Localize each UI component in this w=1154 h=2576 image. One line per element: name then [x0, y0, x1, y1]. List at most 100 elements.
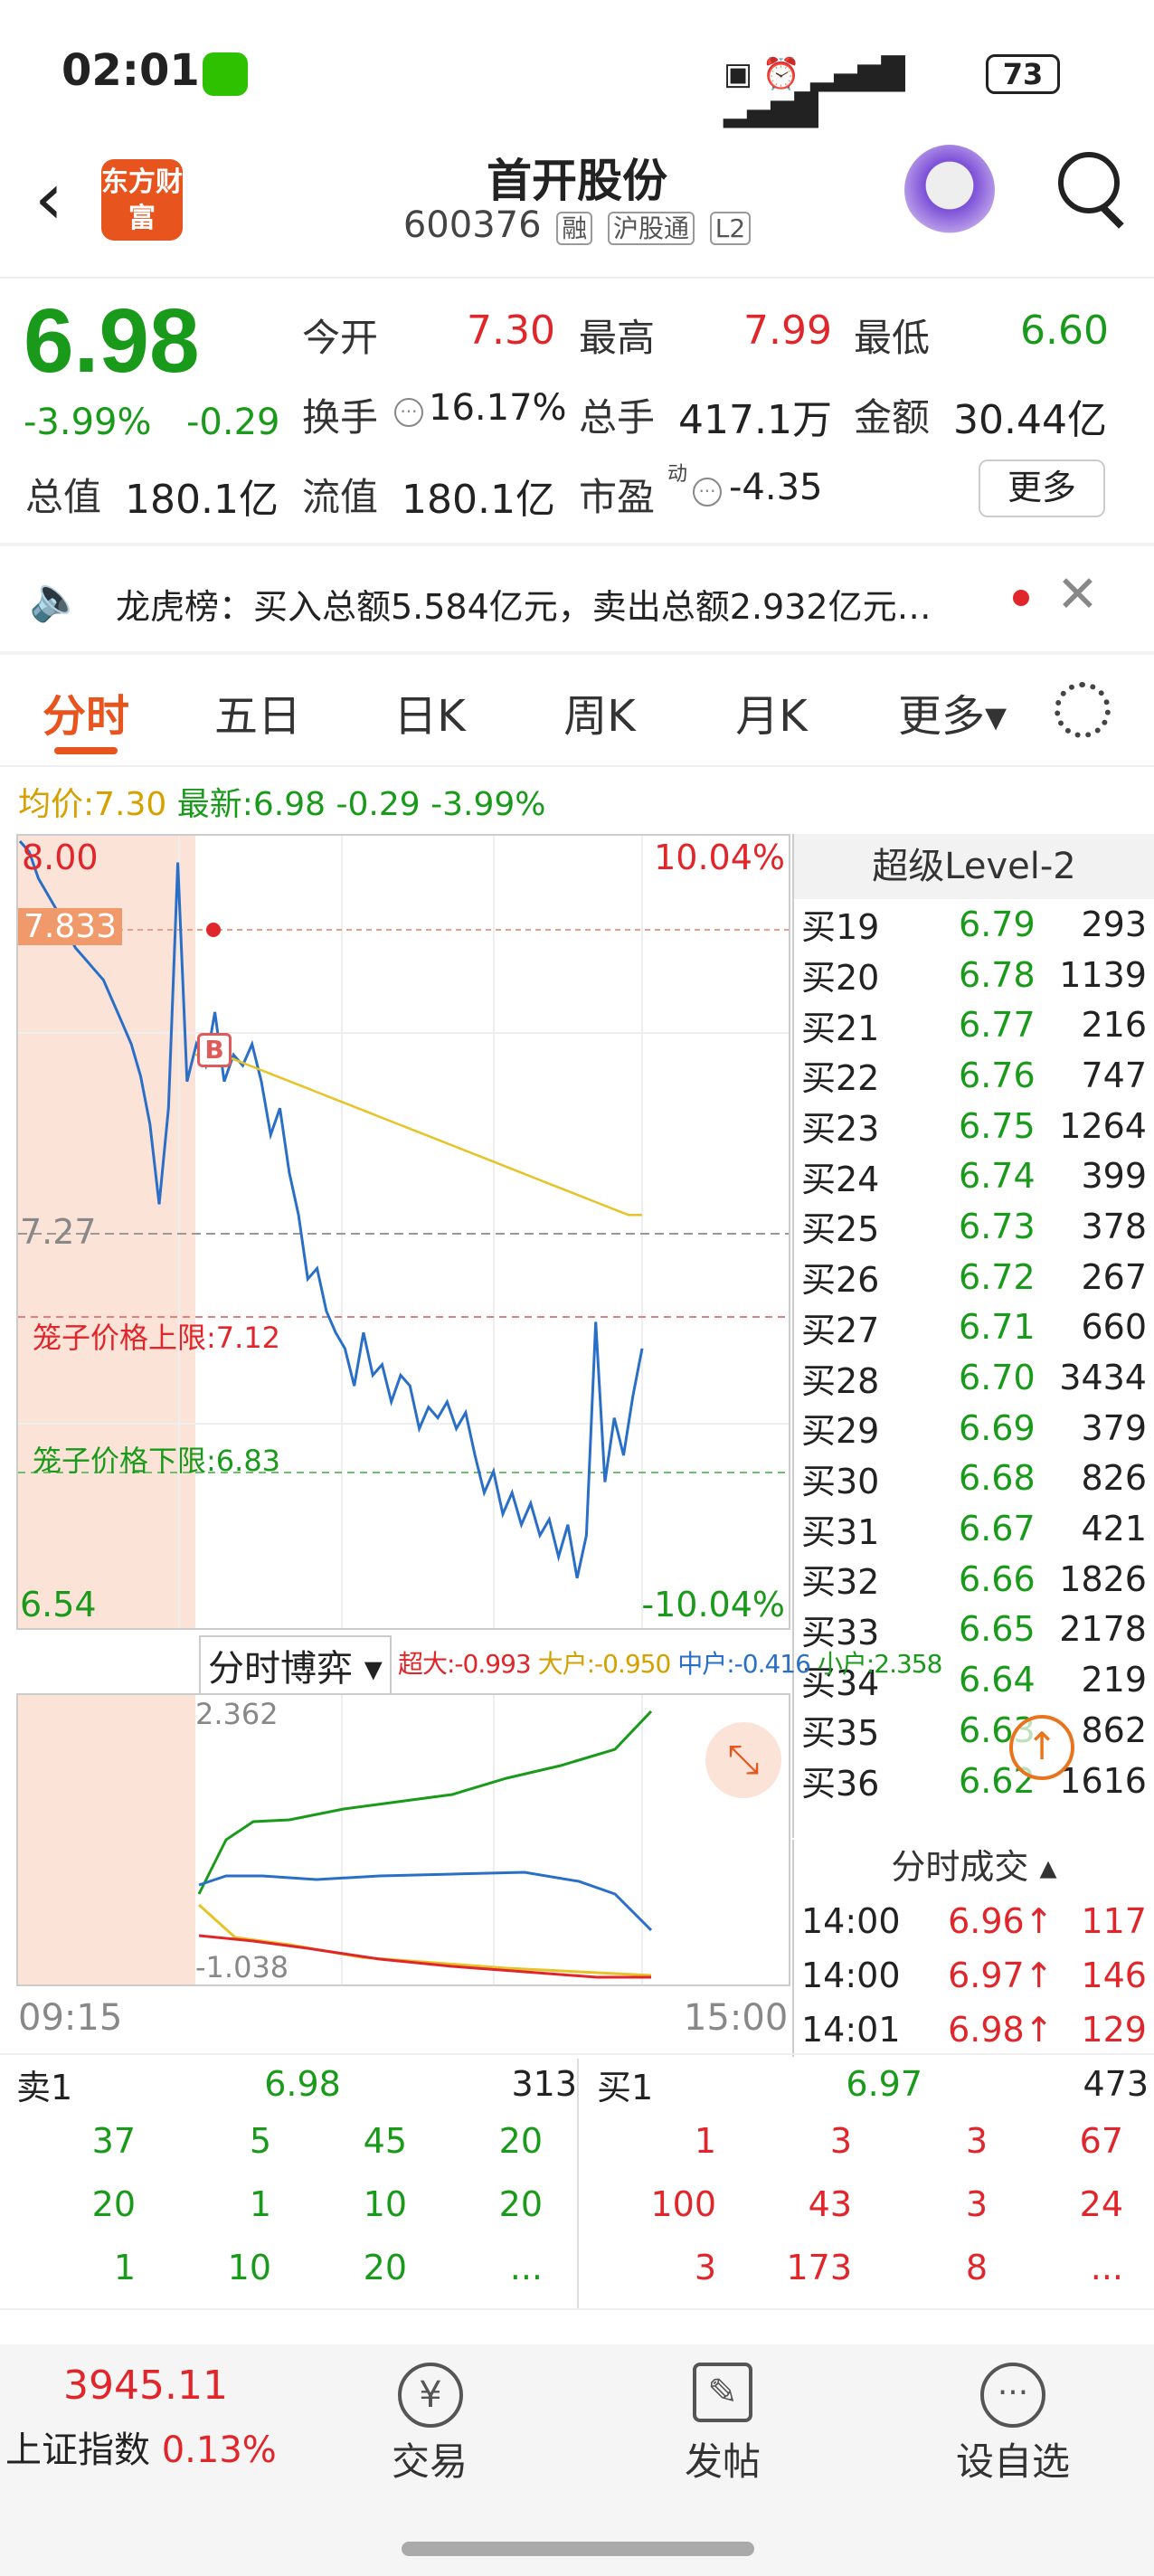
tab-intraday[interactable]: 分时: [18, 680, 154, 743]
sell-1-price: 6.98: [264, 2064, 341, 2104]
pe-info-icon[interactable]: ···: [693, 478, 722, 507]
quote-divider: [0, 543, 1154, 546]
more-button[interactable]: 更多: [979, 459, 1105, 517]
level2-price: 6.69: [959, 1407, 1036, 1448]
tab-weekly[interactable]: 周K: [532, 680, 667, 743]
turnover-value: 16.17%: [429, 387, 567, 429]
legend-s: 小户:2.358: [817, 1649, 943, 1679]
tab-5day[interactable]: 五日: [190, 680, 326, 743]
buy-detail-cell: 43: [808, 2184, 852, 2224]
upper-cage-label: 笼子价格上限:7.12: [33, 1321, 281, 1355]
buy-detail-cell: 3: [694, 2248, 716, 2287]
nav-add-watchlist[interactable]: 设自选: [941, 2431, 1085, 2486]
sell-detail-cell: 20: [363, 2248, 407, 2287]
expand-icon[interactable]: ⤡: [705, 1722, 781, 1798]
volume-label: 总手: [579, 395, 656, 440]
sub-chart-legend: 超大:-0.993 大户:-0.950 中户:-0.416 小户:2.358: [398, 1644, 943, 1681]
battery-icon: 73: [986, 54, 1060, 94]
tick-price: 6.98↑: [948, 2010, 1054, 2050]
sell-1-vol: 313: [511, 2064, 577, 2104]
home-indicator[interactable]: [402, 2542, 754, 2556]
notice-text[interactable]: 龙虎榜：买入总额5.584亿元，卖出总额2.932亿元…: [116, 579, 993, 629]
avg-value: 7.30: [94, 786, 167, 823]
main-chart[interactable]: 8.00 10.04% 7.833 B 7.27 笼子价格上限:7.12 笼子价…: [16, 834, 790, 1630]
mcap-value: 180.1亿: [125, 477, 279, 523]
amount-label: 金额: [854, 395, 931, 440]
buy-1-label: 买1: [597, 2067, 654, 2107]
search-icon[interactable]: [1058, 152, 1120, 213]
level2-label: 买23: [801, 1109, 880, 1150]
gear-icon[interactable]: [1055, 682, 1111, 738]
sub-chart-title[interactable]: 分时博弈 ▾: [199, 1635, 392, 1695]
pe-value: -4.35: [729, 467, 823, 508]
sell-1-row: 卖1 6.98 313: [0, 2059, 577, 2109]
watchlist-icon[interactable]: ···: [980, 2363, 1045, 2428]
pe-sup: 动: [667, 463, 688, 486]
tab-daily[interactable]: 日K: [362, 680, 497, 743]
time-end: 15:00: [684, 1997, 789, 2039]
buy-1-vol: 473: [1083, 2064, 1149, 2104]
level2-vol: 660: [1081, 1307, 1147, 1348]
robot-avatar[interactable]: [904, 145, 995, 235]
buy-book: 买1 6.97 473 1 3 3 67 100 43 3 24 3 173 8...: [581, 2059, 1154, 2312]
level2-label: 买20: [801, 958, 880, 999]
tab-monthly[interactable]: 月K: [704, 680, 839, 743]
level2-vol: 293: [1081, 904, 1147, 944]
level2-vol: 826: [1081, 1458, 1147, 1499]
level2-vol: 3434: [1059, 1358, 1147, 1398]
index-name: 上证指数: [5, 2429, 150, 2471]
level2-vol: 267: [1081, 1256, 1147, 1297]
tick-vol: 117: [1081, 1901, 1147, 1941]
sell-detail-cell: 1: [113, 2248, 136, 2287]
index-value[interactable]: 3945.11: [63, 2363, 228, 2409]
level2-row: 买21 6.77 216: [794, 999, 1154, 1050]
sell-detail-cell: 1: [249, 2184, 271, 2224]
level2-price: 6.78: [959, 954, 1036, 995]
level2-vol: 1139: [1059, 954, 1147, 995]
level2-vol: 1826: [1059, 1558, 1147, 1599]
sell-detail-row: 20 1 10 20: [0, 2173, 577, 2236]
close-icon[interactable]: ✕: [1056, 568, 1099, 622]
level2-row: 买23 6.75 1264: [794, 1101, 1154, 1151]
legend-l: 大户:-0.950: [537, 1649, 672, 1679]
trade-icon[interactable]: ¥: [398, 2363, 463, 2428]
level2-vol: 378: [1081, 1206, 1147, 1246]
tick-vol: 146: [1081, 1956, 1147, 1995]
level2-panel[interactable]: 超级Level-2 买19 6.79 293 买20 6.78 1139 买21 6.77 21…: [792, 834, 1154, 1838]
latest-pct: -3.99%: [430, 786, 546, 823]
chart-bottom-price: 6.54: [20, 1585, 97, 1624]
nav-post[interactable]: 发帖: [655, 2431, 790, 2486]
sell-detail-cell: 20: [498, 2184, 543, 2224]
legend-xl: 超大:-0.993: [398, 1649, 532, 1679]
level2-label: 买36: [801, 1764, 880, 1804]
sell-detail-cell: ...: [509, 2248, 543, 2287]
ticks-title[interactable]: 分时成交 ▴: [792, 1840, 1154, 1894]
bottom-nav: 3945.11 上证指数 0.13% ¥ 交易 ✎ 发帖 ··· 设自选: [0, 2344, 1154, 2576]
sub-chart[interactable]: 2.362 -1.038 ⤡: [16, 1693, 790, 1986]
nav-trade[interactable]: 交易: [362, 2431, 497, 2486]
tab-more[interactable]: 更多▾: [884, 680, 1020, 743]
level2-label: 买22: [801, 1058, 880, 1099]
abs-change: -0.29: [186, 402, 280, 443]
tick-price: 6.97↑: [948, 1956, 1054, 1995]
level2-row: 买27 6.71 660: [794, 1302, 1154, 1353]
level2-vol: 379: [1081, 1407, 1147, 1448]
level2-price: 6.67: [959, 1509, 1036, 1549]
buy-detail-cell: 100: [650, 2184, 716, 2224]
buy-detail-cell: 3: [829, 2121, 852, 2161]
scroll-top-icon[interactable]: ↑: [1009, 1715, 1074, 1780]
index-line[interactable]: 上证指数 0.13%: [5, 2420, 277, 2473]
sell-detail-cell: 45: [363, 2121, 407, 2161]
info-icon[interactable]: ···: [394, 398, 423, 427]
level2-row: 买19 6.79 293: [794, 899, 1154, 950]
sell-detail-cell: 20: [91, 2184, 136, 2224]
tick-row: 14:00 6.97↑ 146: [794, 1948, 1154, 2003]
ticks-rows: 14:00 6.96↑ 117 14:00 6.97↑ 146 14:01 6.98↑ 129: [792, 1894, 1154, 2057]
chart-mid-price: 7.27: [20, 1212, 97, 1252]
avg-price-line: [195, 1053, 642, 1217]
tick-time: 14:00: [801, 1901, 901, 1941]
buy-detail-cell: 173: [786, 2248, 852, 2287]
post-icon[interactable]: ✎: [693, 2363, 752, 2422]
sell-detail-cell: 20: [498, 2121, 543, 2161]
buy-detail-cell: 3: [965, 2121, 988, 2161]
